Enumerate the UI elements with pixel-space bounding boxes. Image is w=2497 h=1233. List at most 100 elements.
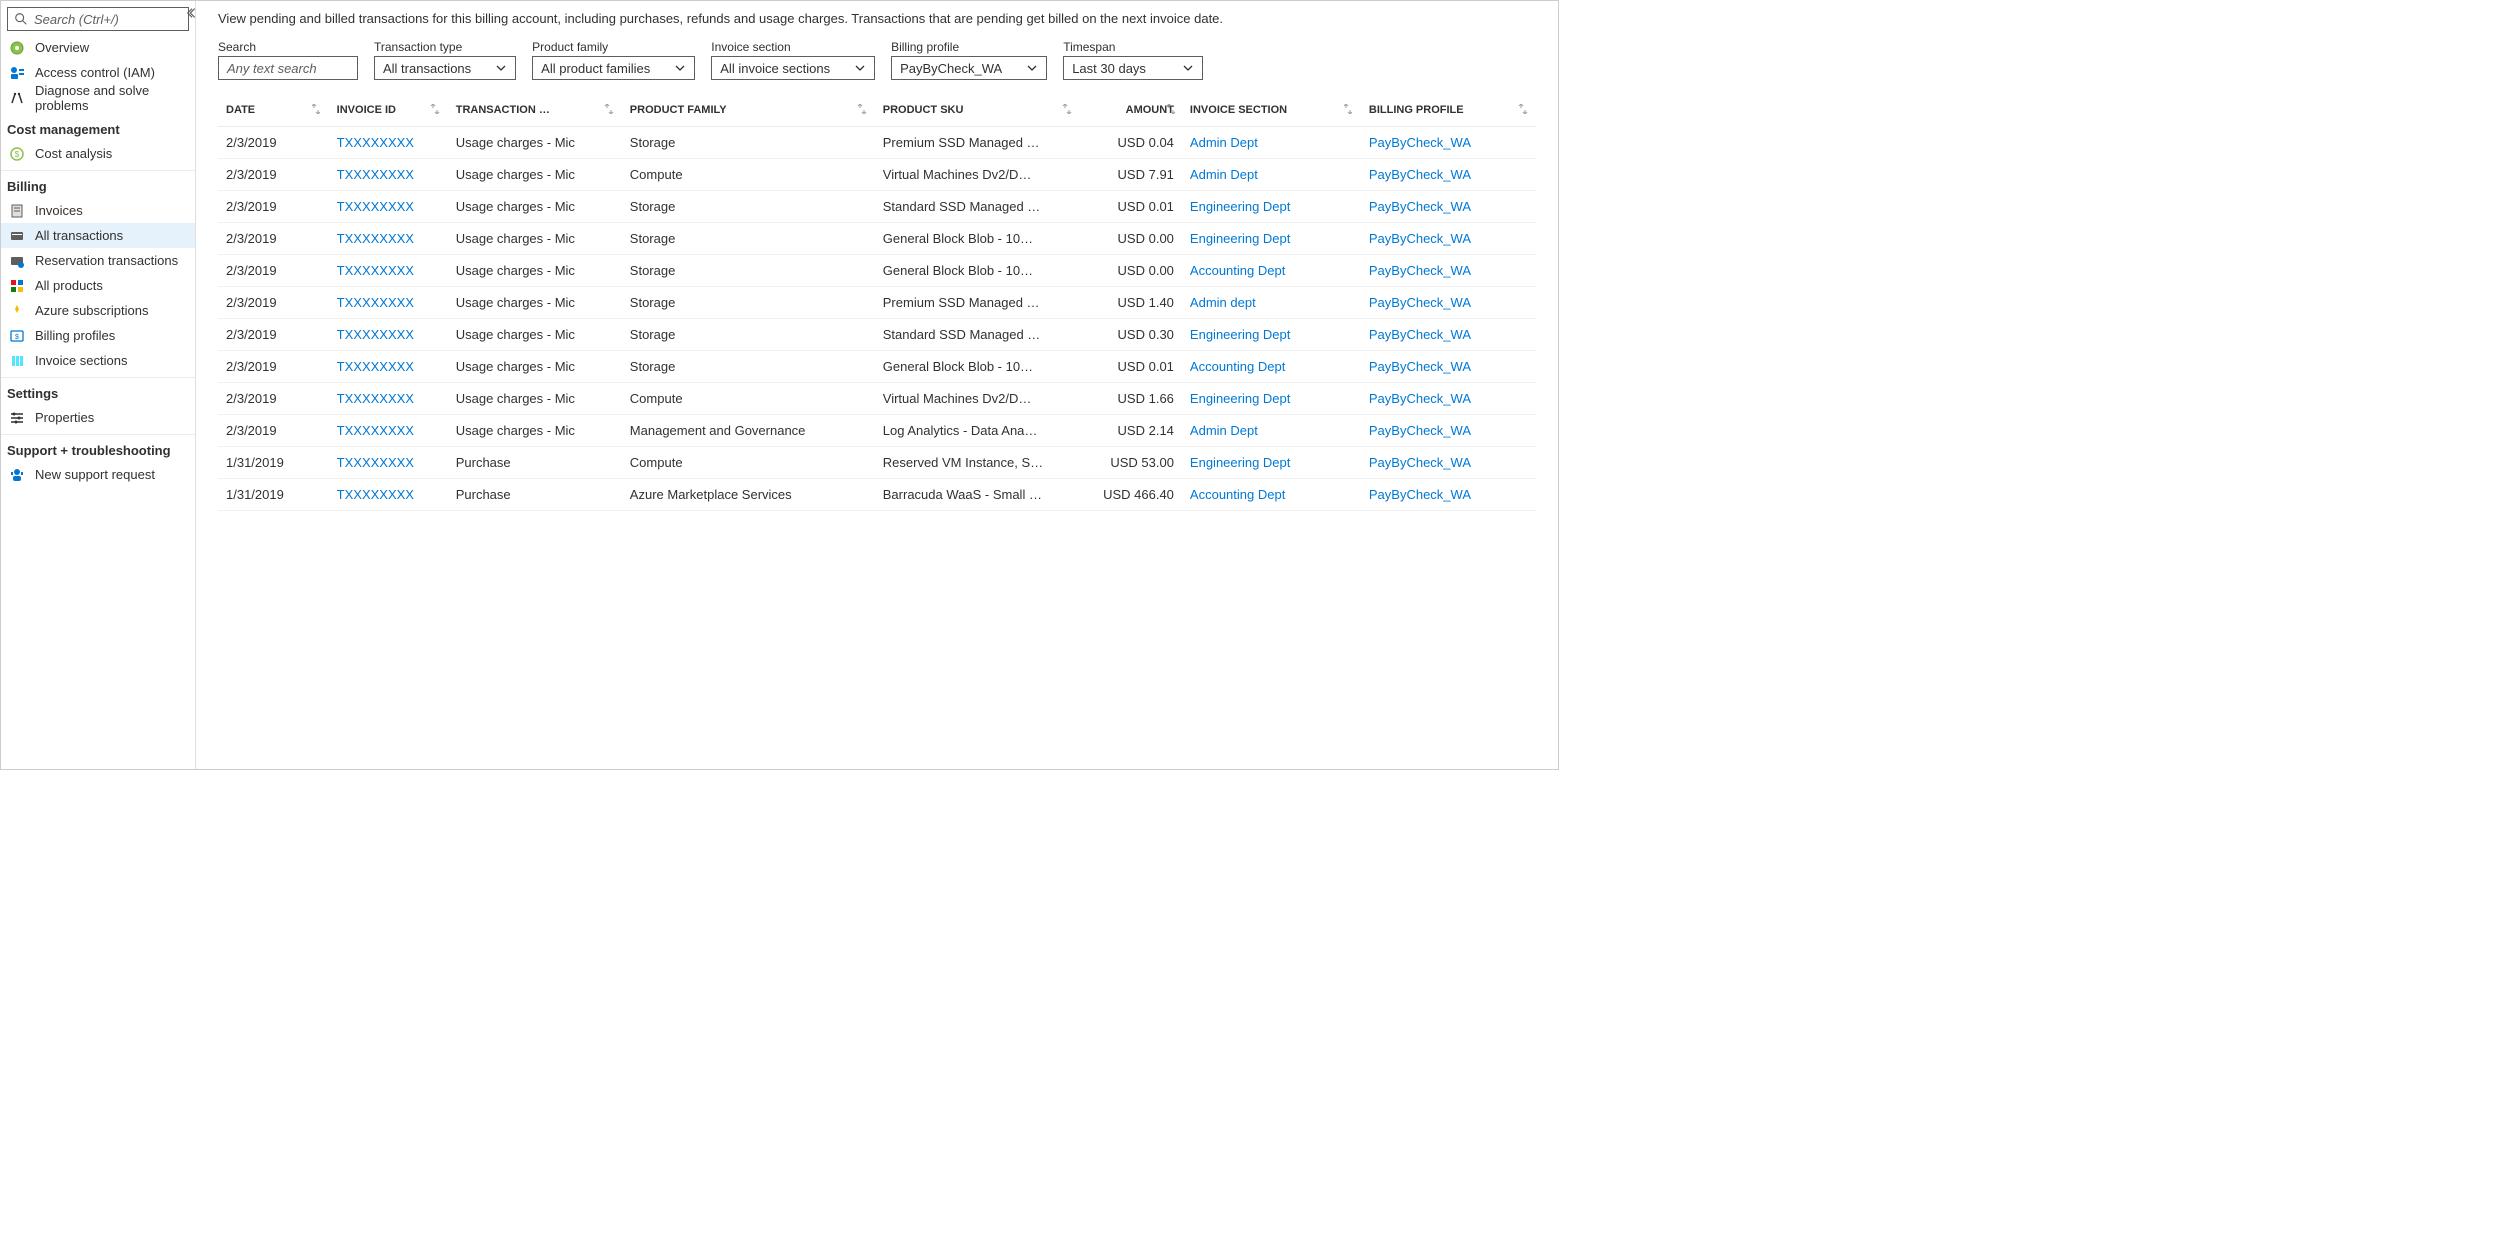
filter-timespan: Timespan Last 30 days [1063, 40, 1203, 80]
sidebar-item-label: Cost analysis [35, 146, 112, 161]
column-header[interactable]: PRODUCT SKU [875, 98, 1081, 127]
cell-invoice-id[interactable]: TXXXXXXXX [329, 255, 448, 287]
cell-invoice-section[interactable]: Engineering Dept [1182, 319, 1361, 351]
table-row[interactable]: 2/3/2019TXXXXXXXXUsage charges - MicComp… [218, 383, 1536, 415]
cell-transaction: Usage charges - Mic [448, 383, 622, 415]
cell-amount: USD 7.91 [1080, 159, 1182, 191]
cell-invoice-section[interactable]: Admin Dept [1182, 415, 1361, 447]
cell-billing-profile[interactable]: PayByCheck_WA [1361, 319, 1536, 351]
cell-billing-profile[interactable]: PayByCheck_WA [1361, 287, 1536, 319]
cell-invoice-id[interactable]: TXXXXXXXX [329, 223, 448, 255]
table-row[interactable]: 2/3/2019TXXXXXXXXUsage charges - MicStor… [218, 223, 1536, 255]
cell-billing-profile[interactable]: PayByCheck_WA [1361, 223, 1536, 255]
sidebar-item-alltx[interactable]: All transactions [1, 223, 195, 248]
cell-invoice-id[interactable]: TXXXXXXXX [329, 159, 448, 191]
table-row[interactable]: 1/31/2019TXXXXXXXXPurchaseAzure Marketpl… [218, 479, 1536, 511]
sidebar-item-props[interactable]: Properties [1, 405, 195, 430]
profiles-icon: $ [9, 328, 25, 344]
cell-invoice-section[interactable]: Engineering Dept [1182, 191, 1361, 223]
table-row[interactable]: 2/3/2019TXXXXXXXXUsage charges - MicStor… [218, 255, 1536, 287]
sidebar-item-products[interactable]: All products [1, 273, 195, 298]
table-row[interactable]: 2/3/2019TXXXXXXXXUsage charges - MicStor… [218, 319, 1536, 351]
table-row[interactable]: 2/3/2019TXXXXXXXXUsage charges - MicComp… [218, 159, 1536, 191]
sidebar-item-invoice[interactable]: Invoices [1, 198, 195, 223]
filter-txtype-select[interactable]: All transactions [374, 56, 516, 80]
cell-invoice-section[interactable]: Admin dept [1182, 287, 1361, 319]
sidebar-item-diagnose[interactable]: Diagnose and solve problems [1, 85, 195, 110]
cell-billing-profile[interactable]: PayByCheck_WA [1361, 255, 1536, 287]
cell-transaction: Usage charges - Mic [448, 319, 622, 351]
filter-billing-profile: Billing profile PayByCheck_WA [891, 40, 1047, 80]
table-row[interactable]: 1/31/2019TXXXXXXXXPurchaseComputeReserve… [218, 447, 1536, 479]
cell-invoice-id[interactable]: TXXXXXXXX [329, 415, 448, 447]
sidebar-item-overview[interactable]: Overview [1, 35, 195, 60]
cell-invoice-id[interactable]: TXXXXXXXX [329, 319, 448, 351]
cell-invoice-section[interactable]: Admin Dept [1182, 159, 1361, 191]
table-row[interactable]: 2/3/2019TXXXXXXXXUsage charges - MicStor… [218, 287, 1536, 319]
sidebar-item-restx[interactable]: Reservation transactions [1, 248, 195, 273]
cell-product-sku: Standard SSD Managed … [875, 319, 1081, 351]
cell-product-family: Storage [622, 255, 875, 287]
column-header[interactable]: BILLING PROFILE [1361, 98, 1536, 127]
filter-transaction-type: Transaction type All transactions [374, 40, 516, 80]
cell-invoice-section[interactable]: Accounting Dept [1182, 351, 1361, 383]
column-header[interactable]: INVOICE SECTION [1182, 98, 1361, 127]
cell-billing-profile[interactable]: PayByCheck_WA [1361, 351, 1536, 383]
filter-pfamily-select[interactable]: All product families [532, 56, 695, 80]
table-row[interactable]: 2/3/2019TXXXXXXXXUsage charges - MicStor… [218, 191, 1536, 223]
cell-invoice-section[interactable]: Engineering Dept [1182, 447, 1361, 479]
cell-invoice-section[interactable]: Admin Dept [1182, 127, 1361, 159]
column-header[interactable]: TRANSACTION … [448, 98, 622, 127]
table-row[interactable]: 2/3/2019TXXXXXXXXUsage charges - MicMana… [218, 415, 1536, 447]
table-row[interactable]: 2/3/2019TXXXXXXXXUsage charges - MicStor… [218, 127, 1536, 159]
cell-amount: USD 0.01 [1080, 191, 1182, 223]
cell-transaction: Usage charges - Mic [448, 287, 622, 319]
cell-invoice-id[interactable]: TXXXXXXXX [329, 127, 448, 159]
filter-search-input[interactable]: Any text search [218, 56, 358, 80]
cell-billing-profile[interactable]: PayByCheck_WA [1361, 191, 1536, 223]
cell-invoice-id[interactable]: TXXXXXXXX [329, 447, 448, 479]
cell-invoice-id[interactable]: TXXXXXXXX [329, 191, 448, 223]
filter-bprof-select[interactable]: PayByCheck_WA [891, 56, 1047, 80]
cell-invoice-id[interactable]: TXXXXXXXX [329, 479, 448, 511]
cell-product-sku: Standard SSD Managed … [875, 191, 1081, 223]
sidebar-item-support[interactable]: New support request [1, 462, 195, 487]
cell-invoice-section[interactable]: Accounting Dept [1182, 479, 1361, 511]
filter-timespan-select[interactable]: Last 30 days [1063, 56, 1203, 80]
sidebar-item-cost[interactable]: $Cost analysis [1, 141, 195, 166]
sidebar-item-access[interactable]: Access control (IAM) [1, 60, 195, 85]
cell-invoice-section[interactable]: Engineering Dept [1182, 223, 1361, 255]
sidebar-search[interactable]: Search (Ctrl+/) [7, 7, 189, 31]
collapse-sidebar-button[interactable] [186, 6, 202, 22]
sidebar-item-invsec[interactable]: Invoice sections [1, 348, 195, 373]
cell-transaction: Purchase [448, 479, 622, 511]
cell-billing-profile[interactable]: PayByCheck_WA [1361, 159, 1536, 191]
cell-transaction: Usage charges - Mic [448, 223, 622, 255]
column-header[interactable]: AMOUNT [1080, 98, 1182, 127]
cell-amount: USD 1.66 [1080, 383, 1182, 415]
filter-invoice-section: Invoice section All invoice sections [711, 40, 875, 80]
cell-invoice-id[interactable]: TXXXXXXXX [329, 351, 448, 383]
cell-product-sku: Barracuda WaaS - Small … [875, 479, 1081, 511]
column-header[interactable]: DATE [218, 98, 329, 127]
column-header[interactable]: INVOICE ID [329, 98, 448, 127]
column-header[interactable]: PRODUCT FAMILY [622, 98, 875, 127]
cell-billing-profile[interactable]: PayByCheck_WA [1361, 447, 1536, 479]
sidebar-item-subs[interactable]: Azure subscriptions [1, 298, 195, 323]
cell-invoice-id[interactable]: TXXXXXXXX [329, 287, 448, 319]
table-row[interactable]: 2/3/2019TXXXXXXXXUsage charges - MicStor… [218, 351, 1536, 383]
cell-invoice-id[interactable]: TXXXXXXXX [329, 383, 448, 415]
cell-billing-profile[interactable]: PayByCheck_WA [1361, 415, 1536, 447]
cell-amount: USD 0.00 [1080, 223, 1182, 255]
cell-product-family: Management and Governance [622, 415, 875, 447]
products-icon [9, 278, 25, 294]
filter-insec-select[interactable]: All invoice sections [711, 56, 875, 80]
cell-invoice-section[interactable]: Accounting Dept [1182, 255, 1361, 287]
cell-billing-profile[interactable]: PayByCheck_WA [1361, 383, 1536, 415]
access-icon [9, 65, 25, 81]
cell-billing-profile[interactable]: PayByCheck_WA [1361, 127, 1536, 159]
cell-billing-profile[interactable]: PayByCheck_WA [1361, 479, 1536, 511]
sidebar-item-profiles[interactable]: $Billing profiles [1, 323, 195, 348]
cell-amount: USD 0.01 [1080, 351, 1182, 383]
cell-invoice-section[interactable]: Engineering Dept [1182, 383, 1361, 415]
